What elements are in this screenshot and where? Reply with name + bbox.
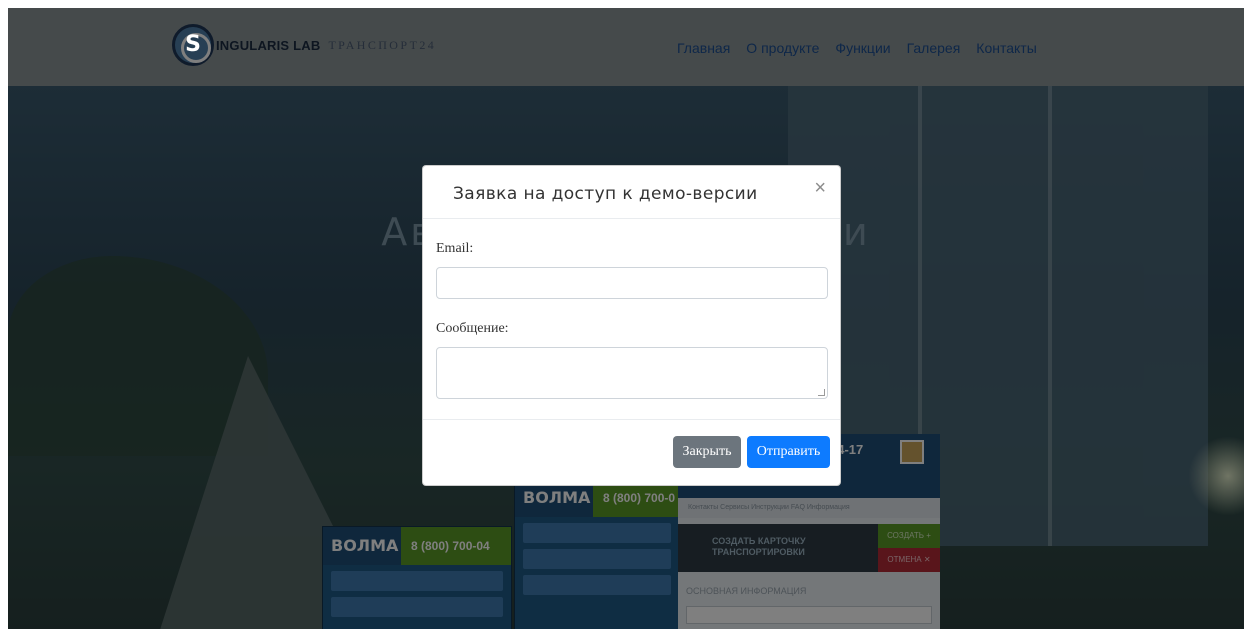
modal-footer: Закрыть Отправить (423, 420, 840, 486)
email-label: Email: (436, 241, 474, 256)
close-icon[interactable]: × (814, 178, 826, 198)
resize-handle-icon[interactable] (818, 389, 825, 396)
message-textarea[interactable] (436, 347, 828, 399)
demo-request-modal: Заявка на доступ к демо-версии × Email: … (422, 165, 841, 486)
close-button[interactable]: Закрыть (673, 436, 741, 468)
message-label: Сообщение: (436, 321, 509, 336)
modal-body: Email: Сообщение: (423, 219, 840, 420)
page: S INGULARIS LAB ТРАНСПОРТ24 Главная О пр… (8, 8, 1244, 629)
logo-letter: S (185, 32, 201, 57)
modal-title: Заявка на доступ к демо-версии (453, 184, 758, 204)
send-button[interactable]: Отправить (747, 436, 830, 468)
logo-icon: S (172, 24, 214, 66)
email-field[interactable] (436, 267, 828, 299)
modal-header: Заявка на доступ к демо-версии × (423, 166, 840, 219)
